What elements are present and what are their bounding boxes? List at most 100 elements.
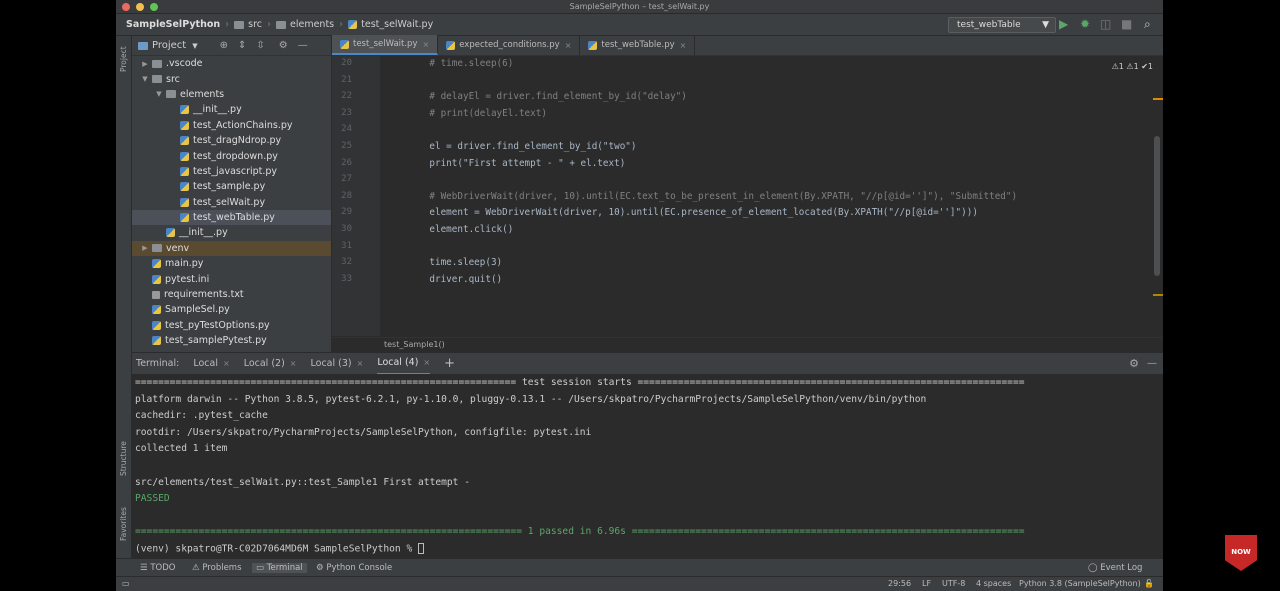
line-number: 25	[341, 141, 352, 151]
close-icon[interactable]: ×	[565, 41, 572, 50]
terminal-tab-local-3[interactable]: Local (3) ×	[311, 353, 364, 375]
tab-expected-conditions[interactable]: expected_conditions.py ×	[438, 35, 581, 55]
close-icon[interactable]: ×	[290, 359, 297, 368]
tree-item[interactable]: ▼ elements	[132, 87, 331, 102]
code-line[interactable]: # print(delayEl.text)	[407, 108, 547, 119]
tree-item[interactable]: test_ActionChains.py	[132, 118, 331, 133]
tree-item[interactable]: ▼ src	[132, 71, 331, 86]
expand-all-icon[interactable]: ⇕	[238, 40, 246, 51]
breadcrumb-elements[interactable]: elements	[276, 19, 334, 30]
terminal-output[interactable]: ========================================…	[132, 374, 1163, 558]
editor-area: test_selWait.py × expected_conditions.py ×…	[332, 35, 1163, 352]
close-icon[interactable]: ×	[423, 40, 430, 49]
tree-item[interactable]: __init__.py	[132, 102, 331, 117]
editor-scrollbar[interactable]	[1154, 136, 1160, 276]
expand-arrow-icon[interactable]: ▼	[140, 75, 150, 83]
terminal-tool-button[interactable]: ▭ Terminal	[252, 563, 307, 573]
tab-test-webtable[interactable]: test_webTable.py ×	[580, 35, 696, 55]
code-line[interactable]: print("First attempt - " + el.text)	[407, 158, 625, 169]
python-file-icon	[180, 105, 189, 115]
hide-icon[interactable]: —	[1147, 358, 1157, 369]
terminal-tab-local[interactable]: Local ×	[193, 353, 229, 375]
tree-item[interactable]: test_samplePytest.py	[132, 333, 331, 348]
tree-item[interactable]: test_sample.py	[132, 179, 331, 194]
code-line[interactable]: time.sleep(3)	[407, 257, 502, 268]
tree-item[interactable]: ▶ .vscode	[132, 56, 331, 71]
tree-item[interactable]: test_dragNdrop.py	[132, 133, 331, 148]
coverage-icon[interactable]: ◫	[1100, 18, 1111, 30]
line-number: 30	[341, 224, 352, 234]
breadcrumb-file[interactable]: test_selWait.py	[348, 19, 433, 30]
expand-arrow-icon[interactable]: ▼	[154, 90, 164, 98]
tree-item[interactable]: pytest.ini	[132, 271, 331, 286]
indent-setting[interactable]: 4 spaces	[976, 579, 1011, 588]
tree-item[interactable]: test_pyTestOptions.py	[132, 318, 331, 333]
expand-arrow-icon[interactable]: ▶	[140, 244, 150, 252]
tree-item-label: __init__.py	[193, 104, 242, 116]
caret-position[interactable]: 29:56	[888, 579, 911, 588]
debug-icon[interactable]: ✹	[1080, 18, 1090, 30]
code-line[interactable]: # delayEl = driver.find_element_by_id("d…	[407, 91, 687, 102]
line-number: 22	[341, 91, 352, 102]
code-line[interactable]: element = WebDriverWait(driver, 10).unti…	[407, 207, 978, 218]
problems-tool-button[interactable]: ⚠ Problems	[192, 563, 242, 573]
favorites-tool-button[interactable]: Favorites	[119, 507, 128, 541]
code-line[interactable]: driver.quit()	[407, 274, 502, 285]
tree-item[interactable]: test_dropdown.py	[132, 148, 331, 163]
gear-icon[interactable]: ⚙	[279, 40, 288, 51]
code-line[interactable]: element.click()	[407, 224, 513, 235]
close-icon[interactable]: ×	[680, 41, 687, 50]
close-icon[interactable]: ×	[223, 359, 230, 368]
terminal-tab-local-2[interactable]: Local (2) ×	[244, 353, 297, 375]
locate-icon[interactable]: ⊕	[220, 40, 228, 51]
project-view-select[interactable]: Project	[152, 40, 186, 51]
inspection-widget[interactable]: ⚠1 ⚠1 ✔1	[1112, 62, 1153, 71]
editor-tabs: test_selWait.py × expected_conditions.py ×…	[332, 35, 1163, 56]
line-separator[interactable]: LF	[922, 579, 931, 588]
python-interpreter[interactable]: Python 3.8 (SampleSelPython)	[1019, 579, 1141, 588]
terminal-line: cachedir: .pytest_cache	[135, 410, 268, 422]
stop-icon[interactable]: ■	[1121, 18, 1132, 30]
tree-item-label: venv	[166, 242, 190, 254]
breadcrumb-project[interactable]: SampleSelPython	[126, 19, 220, 30]
python-file-icon	[588, 40, 598, 50]
folder-icon	[276, 20, 286, 29]
tab-test-selwait[interactable]: test_selWait.py ×	[332, 35, 439, 55]
lock-icon[interactable]: 🔓	[1144, 579, 1154, 588]
breadcrumb-src[interactable]: src	[234, 19, 262, 30]
project-tool-button[interactable]: Project	[119, 46, 128, 72]
code-line[interactable]: # WebDriverWait(driver, 10).until(EC.tex…	[407, 191, 1017, 202]
collapse-all-icon[interactable]: ⇳	[256, 40, 264, 51]
tree-item[interactable]: test_selWait.py	[132, 195, 331, 210]
structure-tool-button[interactable]: Structure	[119, 441, 128, 476]
new-terminal-icon[interactable]: +	[444, 353, 455, 375]
expand-arrow-icon[interactable]: ▶	[140, 60, 150, 68]
layout-icon[interactable]: ▭	[122, 579, 130, 588]
tree-item[interactable]: main.py	[132, 256, 331, 271]
window-title: SampleSelPython – test_selWait.py	[569, 2, 710, 11]
tree-item[interactable]: test_webTable.py	[132, 209, 331, 226]
tree-item[interactable]: test_javascript.py	[132, 164, 331, 179]
hide-icon[interactable]: —	[298, 40, 308, 51]
file-encoding[interactable]: UTF-8	[942, 579, 965, 588]
event-log-tool-button[interactable]: ◯ Event Log	[1088, 563, 1142, 573]
tree-item[interactable]: requirements.txt	[132, 287, 331, 302]
code-line[interactable]: el = driver.find_element_by_id("two")	[407, 141, 636, 152]
python-file-icon	[180, 151, 189, 161]
line-number: 24	[341, 124, 352, 135]
search-icon[interactable]: ⌕	[1144, 18, 1151, 30]
tree-item[interactable]: SampleSel.py	[132, 302, 331, 317]
todo-tool-button[interactable]: ☰ TODO	[140, 563, 175, 573]
code-breadcrumb[interactable]: test_Sample1()	[332, 337, 1163, 352]
tree-item[interactable]: __init__.py	[132, 225, 331, 240]
terminal-tab-local-4[interactable]: Local (4) ×	[377, 353, 431, 375]
close-icon[interactable]: ×	[357, 359, 364, 368]
tree-item[interactable]: ▶ venv	[132, 240, 331, 257]
title-bar: SampleSelPython – test_selWait.py	[116, 0, 1163, 14]
gear-icon[interactable]: ⚙	[1129, 357, 1139, 370]
run-icon[interactable]: ▶	[1059, 18, 1068, 30]
code-line[interactable]: # time.sleep(6)	[407, 58, 513, 69]
close-icon[interactable]: ×	[423, 358, 430, 367]
run-configuration-select[interactable]: test_webTable ▼	[948, 17, 1056, 33]
python-console-tool-button[interactable]: ⚙ Python Console	[316, 563, 392, 573]
